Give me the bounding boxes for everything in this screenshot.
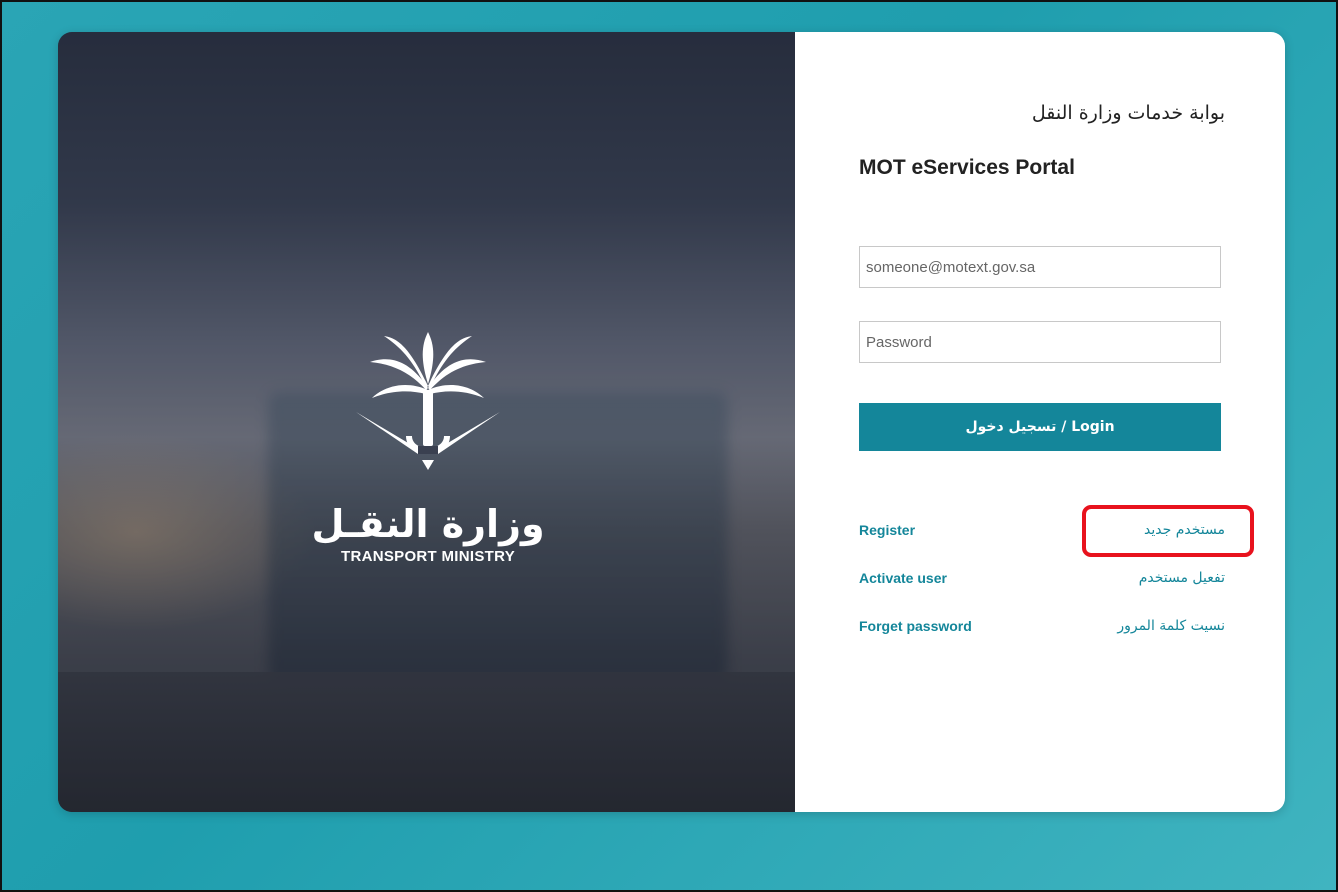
activate-user-link-en[interactable]: Activate user xyxy=(859,570,947,586)
forget-password-link-ar[interactable]: نسيت كلمة المرور xyxy=(1117,618,1225,634)
login-panel: بوابة خدمات وزارة النقل MOT eServices Po… xyxy=(795,32,1285,812)
hero-image: وزارة النقـل TRANSPORT MINISTRY xyxy=(58,32,795,812)
login-card: وزارة النقـل TRANSPORT MINISTRY بوابة خد… xyxy=(58,32,1285,812)
activate-user-link-ar[interactable]: تفعيل مستخدم xyxy=(1139,570,1225,586)
register-link-en[interactable]: Register xyxy=(859,522,915,538)
portal-title-arabic: بوابة خدمات وزارة النقل xyxy=(1031,102,1225,124)
email-field[interactable] xyxy=(859,246,1221,288)
palm-swords-emblem-icon xyxy=(356,332,500,470)
portal-title-english: MOT eServices Portal xyxy=(859,156,1075,179)
logo-english-text: TRANSPORT MINISTRY xyxy=(340,548,515,565)
password-field[interactable] xyxy=(859,321,1221,363)
logo-arabic-text: وزارة النقـل xyxy=(311,502,545,546)
register-link-ar[interactable]: مستخدم جديد xyxy=(1144,522,1225,538)
login-button[interactable]: تسجيل دخول / Login xyxy=(859,403,1221,451)
forget-password-link-en[interactable]: Forget password xyxy=(859,618,972,634)
ministry-logo: وزارة النقـل TRANSPORT MINISTRY xyxy=(308,328,548,565)
